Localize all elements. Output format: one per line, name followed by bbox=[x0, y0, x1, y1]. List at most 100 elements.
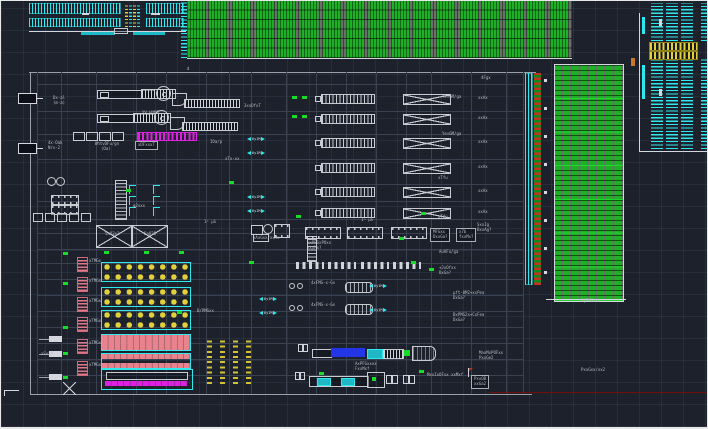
module-array-right bbox=[554, 64, 624, 302]
rack-column bbox=[701, 3, 707, 41]
bracket-mark bbox=[153, 185, 160, 194]
rack-column bbox=[137, 3, 140, 27]
label: XV HUMB bbox=[142, 111, 159, 116]
pink-tag bbox=[77, 339, 88, 354]
pallet-column bbox=[246, 340, 251, 384]
pallet-column bbox=[233, 340, 238, 384]
label: (Oa) bbox=[101, 147, 111, 152]
label: B|PMGxxx bbox=[581, 299, 600, 304]
rack-column bbox=[125, 3, 128, 27]
grid-line-h bbox=[37, 219, 523, 220]
green-marker bbox=[63, 282, 68, 285]
rack-column bbox=[681, 3, 693, 41]
winder-unit bbox=[367, 372, 385, 388]
rack-column bbox=[666, 3, 678, 41]
green-marker bbox=[302, 115, 307, 118]
extruder-valve bbox=[404, 350, 410, 356]
pennant-tag bbox=[49, 336, 62, 342]
yellow-machine-box bbox=[101, 287, 191, 307]
label: MaxMxPOFxx PxxGe2 bbox=[479, 351, 503, 361]
desk bbox=[51, 195, 79, 205]
green-marker bbox=[399, 237, 404, 240]
module-array-top bbox=[187, 1, 572, 59]
stand-circle bbox=[289, 283, 295, 289]
green-marker bbox=[229, 181, 234, 184]
operator-symbol bbox=[303, 344, 308, 352]
stand-circle bbox=[297, 283, 303, 289]
label: μft-0M2+xxPea DxGa? bbox=[453, 291, 484, 301]
rack-strip bbox=[146, 18, 184, 27]
valve-mark bbox=[319, 372, 324, 375]
equipment-row bbox=[296, 262, 324, 269]
label: xTMGx bbox=[89, 279, 101, 284]
pallet-column bbox=[220, 340, 225, 384]
machine-label: xxAx bbox=[478, 165, 488, 170]
green-marker bbox=[104, 251, 109, 254]
green-marker bbox=[296, 215, 301, 218]
cabinet bbox=[57, 213, 67, 222]
label: BxPMG2x+CxFea DxGa? bbox=[453, 313, 484, 323]
conveyor-belt bbox=[184, 99, 240, 108]
stand-circle bbox=[297, 305, 303, 311]
strip-dot bbox=[544, 247, 547, 250]
label: 5aO2x2 bbox=[105, 232, 119, 237]
pink-tag bbox=[77, 317, 88, 332]
green-marker bbox=[429, 268, 434, 271]
reference-line-red bbox=[489, 392, 708, 393]
selected-entity-highlight[interactable] bbox=[331, 348, 365, 357]
strip-dot bbox=[544, 107, 547, 110]
cabinet bbox=[69, 213, 79, 222]
flag-icon bbox=[469, 368, 473, 371]
round-table bbox=[56, 177, 65, 186]
hatch-strip bbox=[534, 73, 541, 285]
conveyor-segment bbox=[81, 32, 115, 35]
conveyor-belt bbox=[182, 122, 238, 131]
label: xTx-xx bbox=[225, 157, 239, 162]
label: 1ᵐ μλ bbox=[204, 220, 216, 225]
label: φ2xxx bbox=[133, 204, 145, 209]
grid-bubble bbox=[18, 93, 37, 104]
printer-drum bbox=[263, 224, 273, 234]
strip-dot bbox=[544, 191, 547, 194]
label: AxPFGxxxx FxxMxf bbox=[355, 362, 377, 372]
pink-tag bbox=[77, 277, 88, 292]
green-marker bbox=[421, 212, 426, 215]
rack-column bbox=[651, 58, 663, 149]
bracket-mark bbox=[153, 207, 160, 216]
wall-line bbox=[29, 72, 536, 73]
machine-xbox bbox=[403, 138, 451, 149]
rack-strip bbox=[29, 18, 121, 27]
rack-mark bbox=[659, 89, 662, 96]
label: Ye×6M/ga bbox=[442, 132, 461, 137]
conveyor-segment bbox=[133, 32, 165, 35]
wall-line bbox=[639, 151, 708, 152]
green-marker bbox=[63, 326, 68, 329]
rack-mark bbox=[151, 13, 160, 15]
green-marker bbox=[63, 376, 68, 379]
drawing-canvas[interactable]: xxAxxxAxxxAxxxAxxxAxxxAx6y1M6y1M6y1M6y1M… bbox=[1, 1, 707, 427]
pink-tag bbox=[77, 257, 88, 272]
dimension-flag: 6y1M bbox=[247, 135, 265, 142]
rack-column bbox=[666, 58, 678, 149]
pennant-tag bbox=[49, 374, 62, 380]
rack-column bbox=[129, 3, 132, 27]
equipment-box bbox=[112, 132, 124, 141]
machine-hatched bbox=[321, 94, 375, 104]
machine-hatched bbox=[321, 187, 375, 197]
green-marker bbox=[302, 96, 307, 99]
wall-line bbox=[30, 394, 532, 395]
machine-hatched bbox=[321, 114, 375, 124]
label: Nrv-2 bbox=[48, 146, 60, 151]
grid-line-h bbox=[37, 201, 523, 202]
label: PxxGxx/xx2 bbox=[581, 368, 605, 373]
cabinet bbox=[45, 213, 55, 222]
rack-column bbox=[701, 58, 707, 149]
green-marker bbox=[411, 261, 416, 264]
rack-mark bbox=[659, 19, 662, 26]
cad-viewport[interactable]: xxAxxxAxxxAxxxAxxxAxxxAx6y1M6y1M6y1M6y1M… bbox=[0, 0, 708, 429]
grid-line-v bbox=[523, 72, 524, 394]
corner-mark bbox=[4, 390, 5, 396]
wall-line bbox=[30, 72, 31, 394]
equipment-row bbox=[393, 262, 421, 269]
dimension-flag: 6y1M bbox=[369, 306, 387, 313]
